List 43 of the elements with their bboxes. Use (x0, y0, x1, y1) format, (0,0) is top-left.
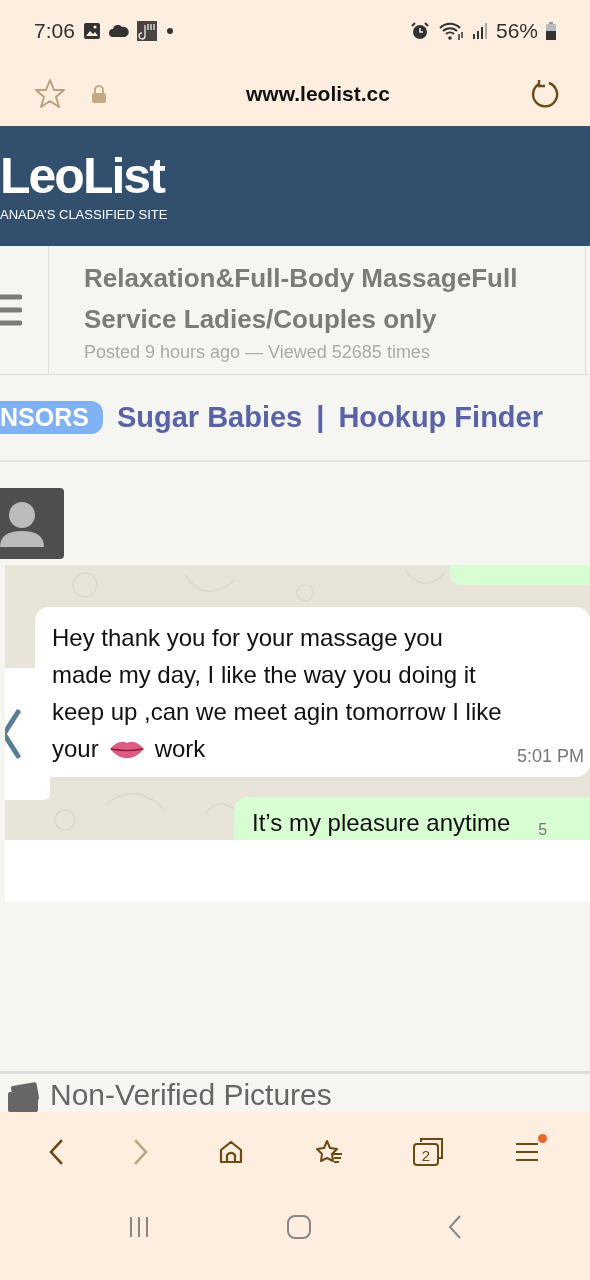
user-icon (0, 500, 44, 547)
menu-icon[interactable] (0, 293, 22, 327)
battery-level: 56% (495, 19, 538, 43)
chevron-right-icon (133, 1139, 148, 1165)
app-icon (136, 21, 157, 41)
back-nav-button[interactable] (446, 1214, 463, 1240)
chevron-left-icon (5, 708, 22, 760)
listing-meta: Posted 9 hours ago — Viewed 52685 times (84, 342, 431, 363)
tabs-button[interactable]: 2 (407, 1133, 448, 1171)
message-text: It’s my pleasure anytime (252, 809, 511, 838)
pictures-icon (6, 1082, 42, 1112)
message-text: made my day, I like the way you doing it (52, 660, 477, 690)
section-heading: Non-Verified Pictures (50, 1078, 332, 1112)
wifi-icon (437, 21, 464, 41)
star-icon[interactable] (34, 78, 66, 110)
message-time: 5:01 PM (516, 746, 584, 767)
tab-count: 2 (421, 1147, 431, 1164)
cloud-icon (108, 25, 129, 37)
listing-title: Relaxation&Full-Body MassageFull Service Ladies/Couples only (84, 262, 519, 336)
reload-icon[interactable] (530, 79, 560, 109)
dot-icon (164, 26, 175, 36)
signal-icon (471, 22, 488, 40)
status-time: 7:06 (34, 19, 75, 43)
notification-dot (538, 1134, 548, 1143)
message-text: keep up ,can we meet agin tomorrow I like (52, 697, 503, 727)
message-time: 5 (538, 821, 548, 840)
sponsors-badge: NSORS (0, 401, 103, 434)
message-text: Hey thank you for your massage you (52, 623, 444, 653)
star-list-icon (314, 1138, 343, 1166)
alarm-icon (409, 21, 430, 41)
separator: | (316, 401, 325, 434)
site-logo[interactable]: LeoList (0, 150, 164, 201)
site-tagline: ANADA’S CLASSIFIED SITE (0, 206, 169, 222)
battery-icon (546, 22, 556, 40)
message-text: your (52, 734, 99, 764)
sponsor-link[interactable]: Sugar Babies (116, 401, 303, 434)
image-icon (82, 22, 101, 40)
home-nav-button[interactable] (286, 1214, 312, 1240)
chevron-left-icon (48, 1139, 64, 1165)
lock-icon (92, 85, 106, 103)
message-text: work (154, 734, 206, 764)
sponsor-link[interactable]: Hookup Finder (338, 401, 543, 434)
previous-button[interactable] (5, 668, 50, 800)
